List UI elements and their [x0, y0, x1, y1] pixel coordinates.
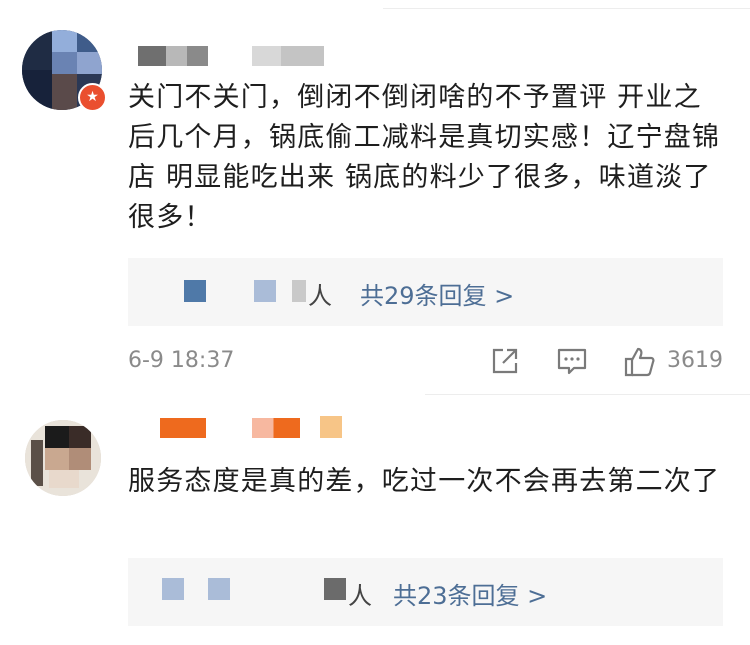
- reply-name-tail: 人: [348, 582, 372, 610]
- reply-avatar: [184, 280, 206, 302]
- share-icon[interactable]: [490, 346, 520, 380]
- view-replies-link[interactable]: 共23条回复 >: [393, 576, 547, 611]
- member-badge-icon: [320, 416, 342, 438]
- view-replies-link[interactable]: 共29条回复 >: [360, 276, 514, 311]
- star-badge-icon: ★: [78, 83, 107, 112]
- avatar[interactable]: [25, 420, 101, 496]
- reply-name-tail: 人: [308, 282, 332, 310]
- like-count: 3619: [667, 348, 723, 373]
- top-divider: [383, 8, 750, 9]
- comment-icon[interactable]: [556, 346, 588, 380]
- reply-name-blur: [292, 280, 306, 302]
- reply-avatar: [162, 578, 184, 600]
- username-suffix: [252, 46, 324, 66]
- comment-meta: 6-9 18:37 3619: [0, 342, 750, 382]
- comment-text: 关门不关门，倒闭不倒闭啥的不予置评 开业之后几个月，锅底偷工减料是真切实感！辽宁…: [128, 82, 721, 233]
- replies-preview[interactable]: 人 共23条回复 >: [128, 558, 723, 626]
- thumbs-up-icon[interactable]: [623, 346, 657, 382]
- reply-avatar: [208, 578, 230, 600]
- reply-avatar: [324, 578, 346, 600]
- reply-avatar: [254, 280, 276, 302]
- username-suffix: [252, 418, 300, 438]
- comment-text: 服务态度是真的差，吃过一次不会再去第二次了: [128, 466, 721, 497]
- username[interactable]: [138, 46, 208, 66]
- replies-preview[interactable]: 人 共29条回复 >: [128, 258, 723, 326]
- comment-divider: [425, 394, 750, 395]
- username[interactable]: [160, 418, 206, 438]
- timestamp: 6-9 18:37: [128, 348, 235, 373]
